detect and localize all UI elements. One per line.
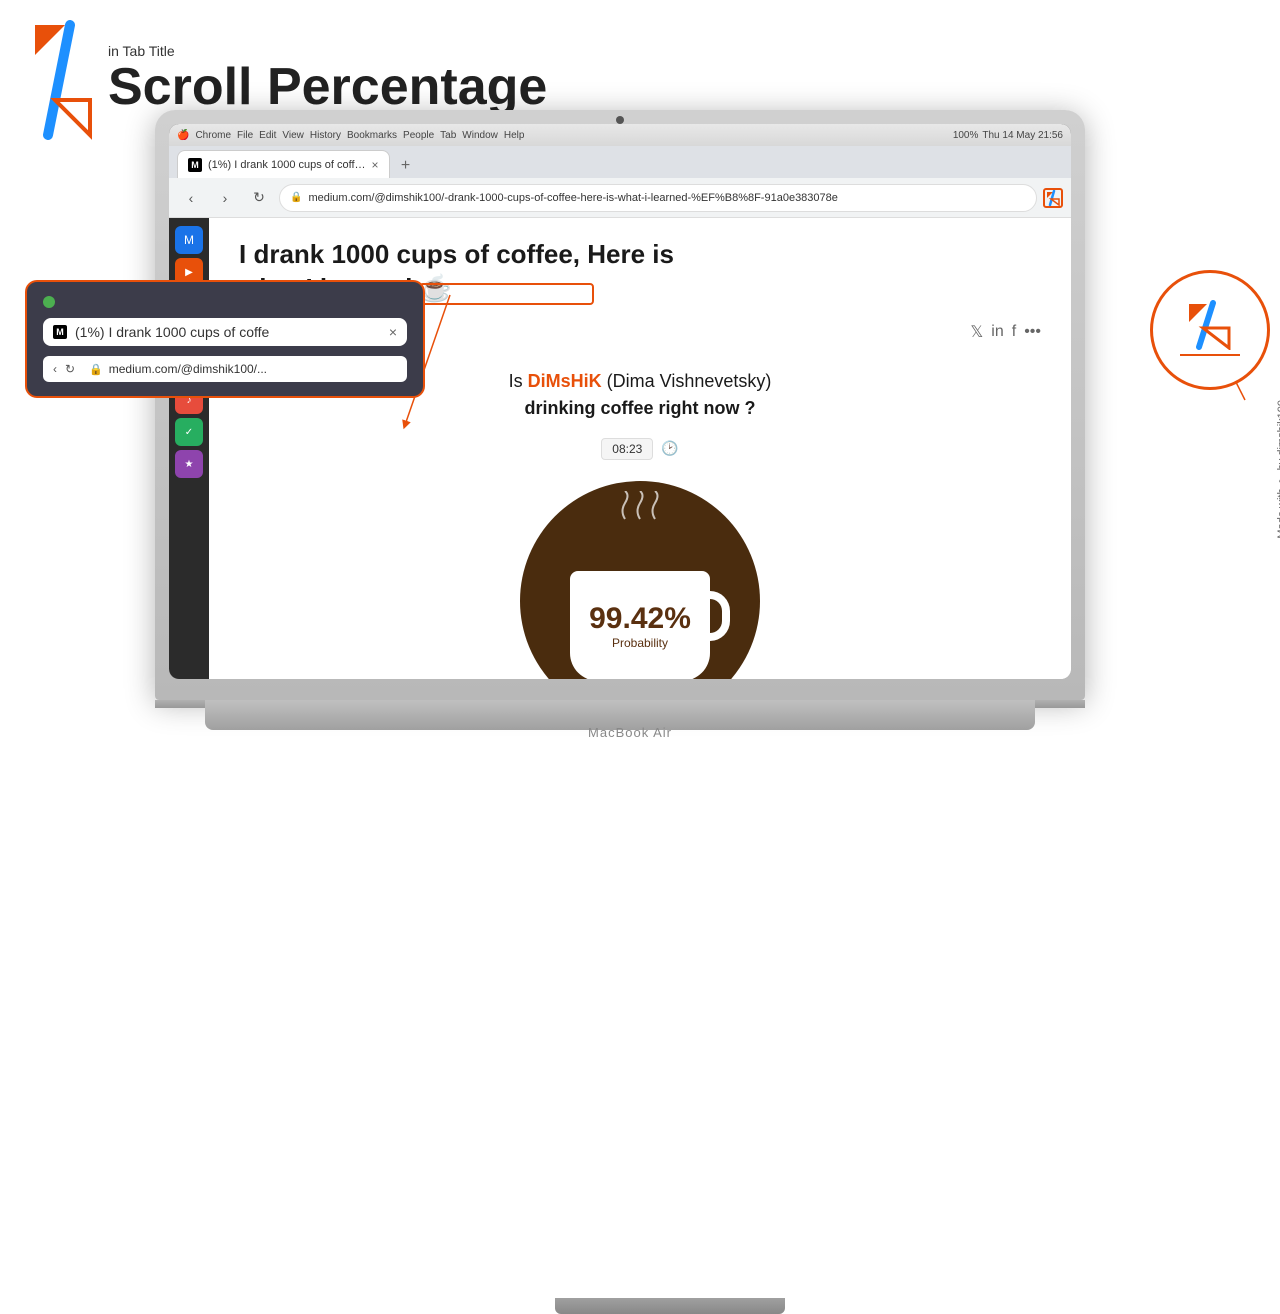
chrome-menu[interactable]: Chrome	[195, 130, 231, 141]
callout-m-icon: M	[53, 325, 67, 339]
callout-nav-buttons: ‹ ↻	[53, 362, 75, 376]
forward-button[interactable]: ›	[211, 184, 239, 212]
callout-address-bar: ‹ ↻ 🔒 medium.com/@dimshik100/...	[43, 356, 407, 382]
coffee-circle: 99.42% Probability	[520, 481, 760, 679]
chrome-browser: M (1%) I drank 1000 cups of coff… × + ‹ …	[169, 146, 1071, 679]
logo-icon	[30, 20, 100, 140]
made-with-text: Made with ♥ by dimshik100	[1276, 400, 1280, 539]
macbook: 🍎 Chrome File Edit View History Bookmark…	[155, 110, 1105, 770]
callout-url-text: medium.com/@dimshik100/...	[109, 362, 267, 376]
extension-callout-inner	[1180, 300, 1240, 360]
facebook-icon: f	[1012, 323, 1016, 341]
time-label: Thu 14 May 21:56	[982, 130, 1063, 141]
bookmarks-menu[interactable]: Bookmarks	[347, 130, 397, 141]
tab-add-button[interactable]: +	[394, 154, 418, 178]
tab-title: (1%) I drank 1000 cups of coff…	[208, 159, 366, 171]
tab-menu[interactable]: Tab	[440, 130, 456, 141]
help-menu[interactable]: Help	[504, 130, 525, 141]
tab-close-button[interactable]: ×	[372, 158, 379, 172]
social-icons: 𝕏 in f •••	[970, 322, 1041, 342]
apple-menu[interactable]: 🍎	[177, 130, 189, 141]
dock-icon-1[interactable]: M	[175, 226, 203, 254]
coffee-label-text: Probability	[612, 636, 668, 650]
refresh-button[interactable]: ↻	[245, 184, 273, 212]
macos-status-area: 100% Thu 14 May 21:56	[953, 130, 1063, 141]
callout-lock-icon: 🔒	[89, 363, 103, 376]
dimshik-highlight: DiMsHiK	[528, 371, 602, 391]
tab-callout: M (1%) I drank 1000 cups of coffe × ‹ ↻ …	[25, 280, 425, 398]
linkedin-icon: in	[991, 323, 1003, 341]
more-icon: •••	[1024, 323, 1041, 341]
battery-label: 100%	[953, 130, 979, 141]
window-dots	[43, 296, 407, 308]
chrome-tabs-bar: M (1%) I drank 1000 cups of coff… × +	[169, 146, 1071, 178]
made-with-footer: Made with ♥ by dimshik100	[1276, 400, 1280, 539]
callout-tab-close[interactable]: ×	[389, 324, 397, 340]
logo-title: Scroll Percentage	[108, 59, 547, 116]
question-author: (Dima Vishnevetsky)	[602, 371, 772, 391]
extension-logo-svg	[1185, 300, 1235, 350]
lock-icon: 🔒	[290, 192, 302, 203]
laptop-notch	[555, 1298, 785, 1314]
chrome-tab-active[interactable]: M (1%) I drank 1000 cups of coff… ×	[177, 150, 390, 178]
history-menu[interactable]: History	[310, 130, 341, 141]
laptop-screen: 🍎 Chrome File Edit View History Bookmark…	[169, 124, 1071, 679]
address-bar[interactable]: 🔒 medium.com/@dimshik100/-drank-1000-cup…	[279, 184, 1037, 212]
laptop-bezel: 🍎 Chrome File Edit View History Bookmark…	[155, 110, 1085, 700]
coffee-visual: 99.42% Probability	[239, 476, 1041, 679]
callout-back-btn[interactable]: ‹	[53, 362, 57, 376]
file-menu[interactable]: File	[237, 130, 253, 141]
callout-tab-title: (1%) I drank 1000 cups of coffe	[75, 324, 381, 340]
dock-icon-8[interactable]: ★	[175, 450, 203, 478]
macos-menubar: 🍎 Chrome File Edit View History Bookmark…	[169, 124, 1071, 146]
dock-icon-7[interactable]: ✓	[175, 418, 203, 446]
question-suffix: drinking coffee right now ?	[525, 398, 756, 418]
article-title-line1: I drank 1000 cups of coffee, Here is	[239, 239, 674, 269]
twitter-icon: 𝕏	[970, 322, 983, 342]
chrome-toolbar: ‹ › ↻ 🔒 medium.com/@dimshik100/-drank-10…	[169, 178, 1071, 218]
ext-callout-divider	[1180, 354, 1240, 356]
edit-menu[interactable]: Edit	[259, 130, 276, 141]
view-menu[interactable]: View	[282, 130, 304, 141]
scroll-extension-icon[interactable]	[1043, 188, 1063, 208]
logo-subtitle: in Tab Title	[108, 43, 547, 59]
coffee-percent-text: 99.42%	[589, 602, 691, 636]
clock-icon: 🕑	[661, 440, 678, 457]
laptop-camera	[616, 116, 624, 124]
time-badge: 08:23	[601, 438, 653, 460]
coffee-cup: 99.42% Probability	[570, 571, 710, 679]
back-button[interactable]: ‹	[177, 184, 205, 212]
callout-tab-row: M (1%) I drank 1000 cups of coffe ×	[43, 318, 407, 346]
extension-callout	[1150, 270, 1270, 390]
logo-text-area: in Tab Title Scroll Percentage	[108, 43, 547, 116]
window-menu[interactable]: Window	[462, 130, 498, 141]
logo-slash	[48, 25, 70, 135]
logo-triangle-2	[55, 100, 90, 135]
address-text: medium.com/@dimshik100/-drank-1000-cups-…	[308, 192, 1026, 204]
macbook-label: MacBook Air	[588, 725, 672, 740]
people-menu[interactable]: People	[403, 130, 434, 141]
question-prefix: Is	[509, 371, 528, 391]
time-bar: 08:23 🕑	[239, 438, 1041, 460]
dot-green	[43, 296, 55, 308]
medium-favicon: M	[188, 158, 202, 172]
toolbar-extensions	[1043, 188, 1063, 208]
callout-refresh-btn[interactable]: ↻	[65, 362, 75, 376]
